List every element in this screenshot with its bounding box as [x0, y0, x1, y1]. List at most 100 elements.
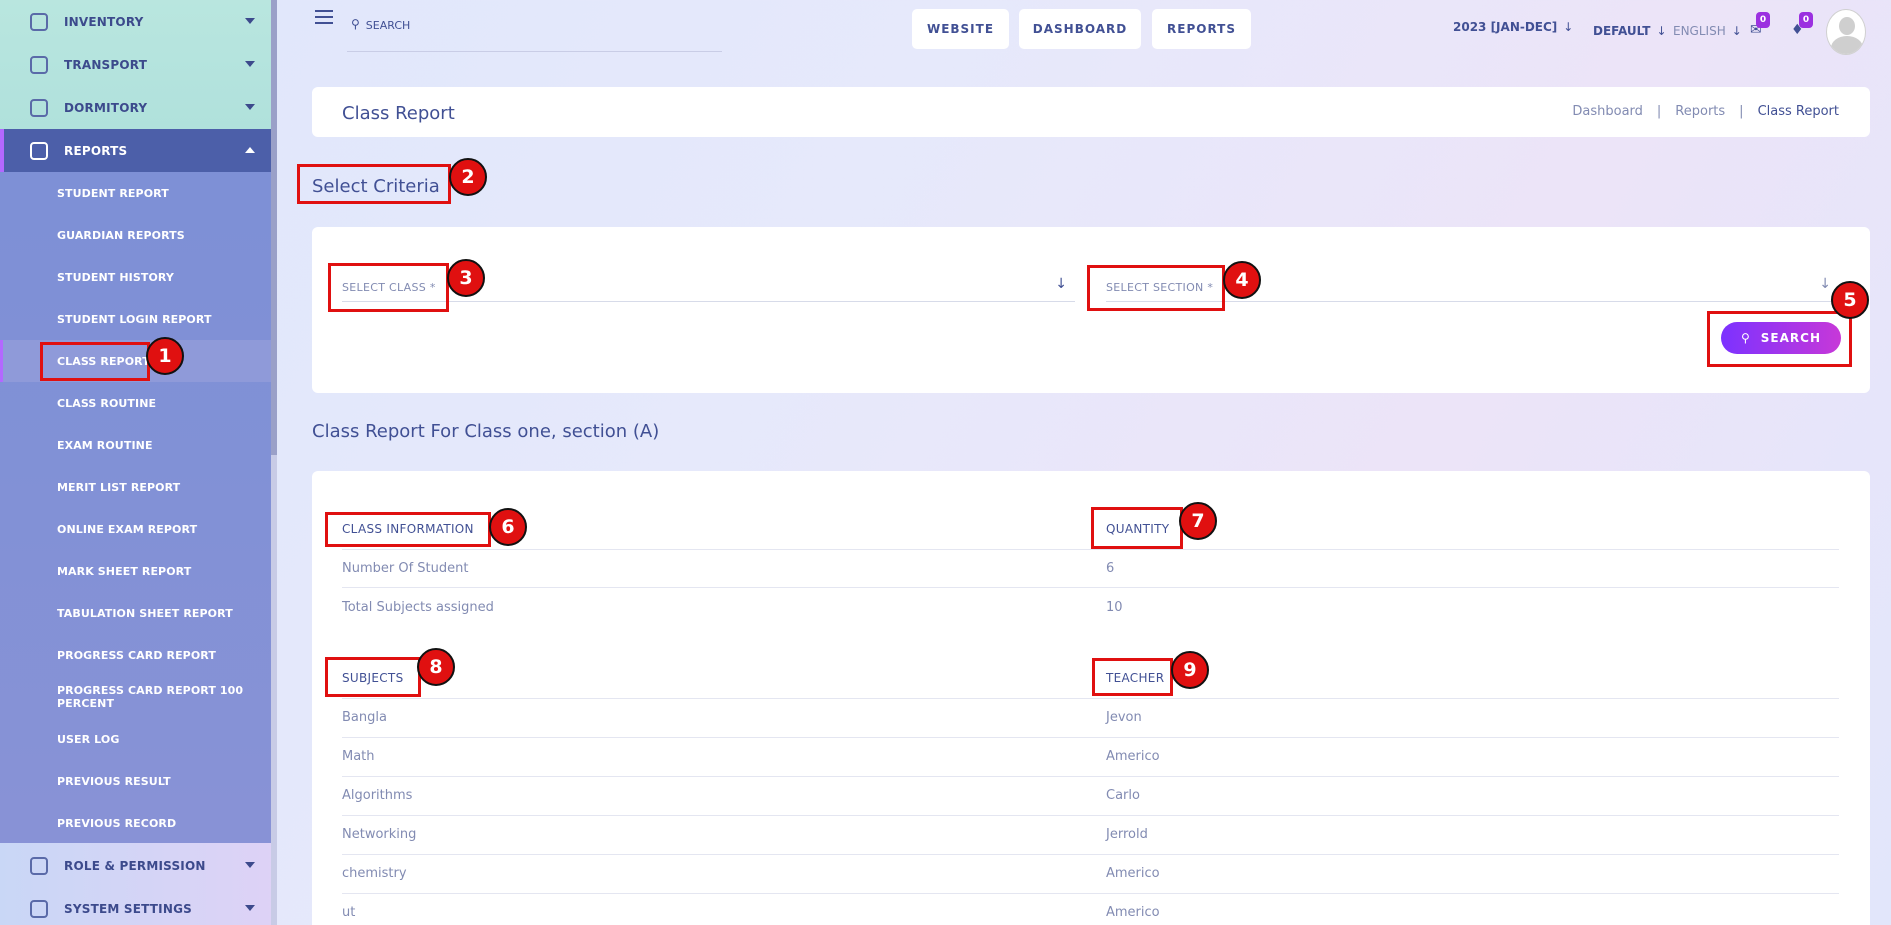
language-value: ENGLISH: [1673, 24, 1726, 38]
breadcrumb-separator: |: [1739, 104, 1744, 119]
report-title: Class Report For Class one, section (A): [312, 421, 660, 442]
sidebar-item-dormitory[interactable]: DORMITORY: [0, 86, 277, 129]
teacher-cell: Americo: [1106, 905, 1160, 920]
dormitory-icon: [30, 98, 48, 117]
sidebar-item-inventory[interactable]: INVENTORY: [0, 0, 277, 43]
sidebar-subitem-previous-record[interactable]: PREVIOUS RECORD: [0, 802, 277, 844]
table-divider: [342, 698, 1839, 699]
breadcrumb-current: Class Report: [1757, 104, 1839, 119]
sidebar-subitem-previous-result[interactable]: PREVIOUS RESULT: [0, 760, 277, 802]
reports-icon: [30, 141, 48, 160]
sidebar-item-label: INVENTORY: [64, 14, 144, 29]
arrow-down-icon: ↓: [1563, 20, 1574, 34]
sidebar-subitem-online-exam-report[interactable]: ONLINE EXAM REPORT: [0, 508, 277, 550]
caret-down-icon: [245, 104, 255, 110]
sidebar-item-reports[interactable]: REPORTS: [0, 129, 277, 172]
info-row-label: Number Of Student: [342, 561, 469, 576]
sidebar-item-label: ROLE & PERMISSION: [64, 858, 206, 873]
sidebar-item-label: SYSTEM SETTINGS: [64, 901, 192, 916]
website-button[interactable]: WEBSITE: [912, 9, 1009, 49]
teacher-cell: Jevon: [1106, 710, 1142, 725]
academic-year-dropdown[interactable]: 2023 [JAN-DEC] ↓: [1453, 20, 1573, 34]
table-divider: [342, 737, 1839, 738]
caret-down-icon: [245, 905, 255, 911]
transport-icon: [30, 55, 48, 74]
annotation-badge-1: 1: [146, 337, 184, 375]
sidebar-subitem-class-routine[interactable]: CLASS ROUTINE: [0, 382, 277, 424]
breadcrumb: Dashboard | Reports | Class Report: [1572, 104, 1839, 119]
subject-cell: Networking: [342, 827, 417, 842]
annotation-badge-5: 5: [1831, 281, 1869, 319]
search-input[interactable]: [365, 14, 686, 36]
info-row-label: Total Subjects assigned: [342, 600, 494, 615]
sidebar-item-label: TRANSPORT: [64, 57, 148, 72]
role-permission-icon: [30, 856, 48, 875]
sidebar-subitem-student-login-report[interactable]: STUDENT LOGIN REPORT: [0, 298, 277, 340]
annotation-badge-9: 9: [1171, 651, 1209, 689]
annotation-badge-8: 8: [417, 648, 455, 686]
arrow-down-icon: ↓: [1731, 24, 1742, 38]
annotation-box-5: [1707, 311, 1852, 367]
annotation-badge-7: 7: [1179, 502, 1217, 540]
sidebar-subitem-student-report[interactable]: STUDENT REPORT: [0, 172, 277, 214]
caret-down-icon: [245, 61, 255, 67]
teacher-cell: Carlo: [1106, 788, 1140, 803]
sidebar-item-transport[interactable]: TRANSPORT: [0, 43, 277, 86]
subject-cell: ut: [342, 905, 356, 920]
table-divider: [342, 854, 1839, 855]
subject-cell: Algorithms: [342, 788, 413, 803]
sidebar: INVENTORY TRANSPORT DORMITORY REPORTS ST…: [0, 0, 277, 925]
hamburger-menu-icon[interactable]: [315, 10, 333, 26]
global-search[interactable]: ⚲: [347, 14, 722, 52]
sidebar-item-role-permission[interactable]: ROLE & PERMISSION: [0, 844, 277, 887]
annotation-box-6: [325, 512, 491, 547]
caret-down-icon: [245, 18, 255, 24]
sidebar-subitem-user-log[interactable]: USER LOG: [0, 718, 277, 760]
annotation-box-2: [297, 164, 451, 204]
teacher-cell: Jerrold: [1106, 827, 1148, 842]
dashboard-button[interactable]: DASHBOARD: [1019, 9, 1141, 49]
annotation-box-9: [1092, 658, 1173, 696]
annotation-box-4: [1087, 265, 1225, 311]
arrow-down-icon: ↓: [1055, 276, 1067, 292]
annotation-box-8: [325, 657, 421, 697]
academic-year-value: 2023 [JAN-DEC]: [1453, 20, 1558, 34]
subject-cell: Bangla: [342, 710, 387, 725]
table-divider: [342, 776, 1839, 777]
arrow-down-icon: ↓: [1819, 276, 1831, 292]
system-settings-icon: [30, 899, 48, 918]
sidebar-item-system-settings[interactable]: SYSTEM SETTINGS: [0, 887, 277, 925]
sidebar-subitem-progress-card-report[interactable]: PROGRESS CARD REPORT: [0, 634, 277, 676]
annotation-box-7: [1091, 507, 1183, 549]
reports-button[interactable]: REPORTS: [1152, 9, 1251, 49]
sidebar-subitem-student-history[interactable]: STUDENT HISTORY: [0, 256, 277, 298]
sidebar-subitem-exam-routine[interactable]: EXAM ROUTINE: [0, 424, 277, 466]
sidebar-scrollbar-thumb[interactable]: [271, 0, 277, 455]
theme-dropdown[interactable]: DEFAULT ↓: [1593, 24, 1667, 38]
sidebar-item-label: REPORTS: [64, 143, 128, 158]
sidebar-item-label: DORMITORY: [64, 100, 148, 115]
language-dropdown[interactable]: ENGLISH ↓: [1673, 24, 1742, 38]
breadcrumb-dashboard[interactable]: Dashboard: [1572, 104, 1643, 119]
sidebar-subitem-merit-list-report[interactable]: MERIT LIST REPORT: [0, 466, 277, 508]
table-divider: [342, 549, 1839, 550]
sidebar-subitem-tabulation-sheet-report[interactable]: TABULATION SHEET REPORT: [0, 592, 277, 634]
sidebar-subitem-guardian-reports[interactable]: GUARDIAN REPORTS: [0, 214, 277, 256]
table-divider: [342, 893, 1839, 894]
annotation-badge-6: 6: [489, 508, 527, 546]
message-count-badge: 0: [1756, 12, 1770, 28]
annotation-badge-4: 4: [1223, 261, 1261, 299]
breadcrumb-reports[interactable]: Reports: [1675, 104, 1725, 119]
sidebar-subitem-mark-sheet-report[interactable]: MARK SHEET REPORT: [0, 550, 277, 592]
sidebar-subitem-progress-card-report-100[interactable]: PROGRESS CARD REPORT 100 PERCENT: [0, 676, 277, 718]
page-title: Class Report: [342, 103, 455, 124]
annotation-box-1: [40, 342, 150, 381]
breadcrumb-separator: |: [1656, 104, 1662, 119]
sidebar-scrollbar[interactable]: [271, 0, 277, 925]
info-row-value: 6: [1106, 561, 1115, 576]
notification-count-badge: 0: [1799, 12, 1813, 28]
avatar[interactable]: [1826, 9, 1866, 55]
inventory-icon: [30, 12, 48, 31]
table-divider: [342, 815, 1839, 816]
teacher-cell: Americo: [1106, 749, 1160, 764]
